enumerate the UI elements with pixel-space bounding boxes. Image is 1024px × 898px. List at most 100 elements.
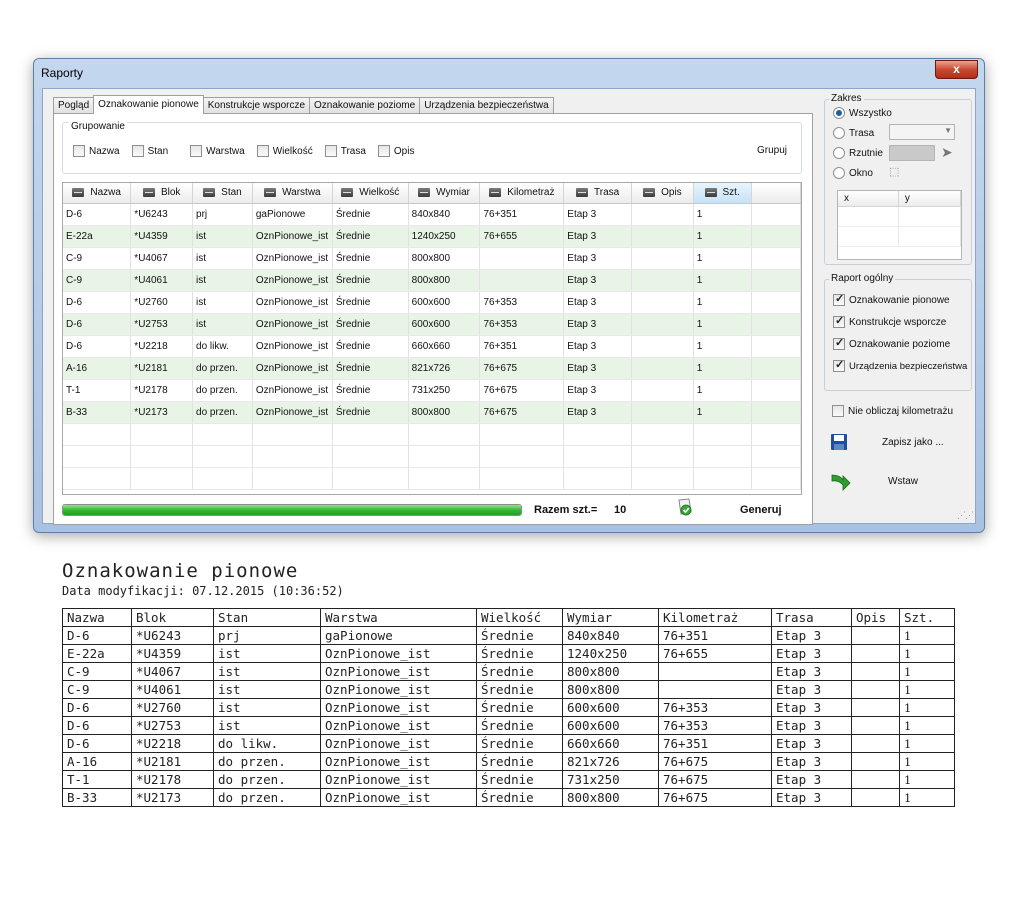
table-cell[interactable]: Średnie — [332, 379, 409, 402]
table-cell[interactable]: *U2181 — [130, 357, 194, 380]
table-cell[interactable] — [751, 335, 801, 358]
close-button[interactable]: x — [935, 60, 978, 79]
table-cell[interactable]: 821x726 — [408, 357, 481, 380]
table-row[interactable]: C-9 *U4061 ist OznPionowe_ist Średnie 800x800… — [63, 269, 801, 292]
save-as-button[interactable]: Zapisz jako ... — [830, 433, 944, 451]
table-cell[interactable]: *U2218 — [130, 335, 194, 358]
table-cell[interactable]: do przen. — [192, 401, 253, 424]
table-cell[interactable] — [631, 401, 694, 424]
table-cell[interactable]: D-6 — [63, 313, 132, 336]
table-cell[interactable]: Etap 3 — [563, 401, 633, 424]
table-cell[interactable] — [252, 467, 333, 490]
generate-icon[interactable] — [675, 497, 695, 517]
table-cell[interactable] — [479, 445, 565, 468]
table-cell[interactable]: 76+675 — [479, 379, 565, 402]
table-cell[interactable]: gaPionowe — [252, 203, 333, 226]
table-cell[interactable] — [563, 423, 633, 446]
table-cell[interactable]: *U4359 — [130, 225, 194, 248]
table-cell[interactable] — [63, 445, 132, 468]
table-cell[interactable]: *U2173 — [130, 401, 194, 424]
table-cell[interactable] — [693, 445, 752, 468]
table-cell[interactable]: T-1 — [63, 379, 132, 402]
table-cell[interactable]: OznPionowe_ist — [252, 225, 333, 248]
table-cell[interactable]: do przen. — [192, 379, 253, 402]
table-cell[interactable] — [751, 379, 801, 402]
insert-button[interactable]: Wstaw — [830, 471, 918, 491]
table-cell[interactable]: 800x800 — [408, 269, 481, 292]
table-row[interactable]: D-6 *U2760 ist OznPionowe_ist Średnie 600x600… — [63, 291, 801, 314]
table-row[interactable]: D-6 *U2218 do likw. OznPionowe_ist Średnie 66… — [63, 335, 801, 358]
table-cell[interactable] — [631, 269, 694, 292]
table-cell[interactable] — [631, 203, 694, 226]
table-cell[interactable] — [751, 445, 801, 468]
table-cell[interactable]: D-6 — [63, 203, 132, 226]
cursor-arrow-icon[interactable]: ➤ — [941, 144, 953, 161]
table-cell[interactable]: Etap 3 — [563, 203, 633, 226]
table-cell[interactable]: Średnie — [332, 401, 409, 424]
table-cell[interactable] — [252, 423, 333, 446]
table-cell[interactable] — [479, 247, 565, 270]
table-cell[interactable]: 1 — [693, 379, 752, 402]
table-cell[interactable]: Średnie — [332, 357, 409, 380]
grid-column-header[interactable]: Trasa — [563, 183, 633, 204]
table-cell[interactable]: 600x600 — [408, 313, 481, 336]
table-row[interactable]: B-33 *U2173 do przen. OznPionowe_ist Średnie… — [63, 401, 801, 424]
generate-button[interactable]: Generuj — [740, 504, 782, 516]
table-cell[interactable] — [192, 467, 253, 490]
table-cell[interactable]: *U4067 — [130, 247, 194, 270]
table-row[interactable]: E-22a *U4359 ist OznPionowe_ist Średnie 1240x… — [63, 225, 801, 248]
trasa-combobox[interactable]: ▼ — [889, 124, 955, 140]
table-cell[interactable] — [479, 269, 565, 292]
radio-trasa[interactable]: Trasa — [833, 127, 874, 139]
table-cell[interactable] — [751, 401, 801, 424]
table-cell[interactable]: 76+675 — [479, 401, 565, 424]
table-cell[interactable] — [563, 467, 633, 490]
table-cell[interactable] — [631, 467, 694, 490]
grid-column-header[interactable]: Wielkość — [332, 183, 409, 204]
table-cell[interactable]: 76+655 — [479, 225, 565, 248]
table-cell[interactable]: ist — [192, 269, 253, 292]
group-opis-checkbox[interactable]: Opis — [377, 145, 414, 157]
table-cell[interactable]: *U2753 — [130, 313, 194, 336]
table-cell[interactable] — [479, 423, 565, 446]
table-cell[interactable]: Etap 3 — [563, 357, 633, 380]
table-cell[interactable]: do przen. — [192, 357, 253, 380]
table-cell[interactable]: C-9 — [63, 269, 132, 292]
table-cell[interactable] — [332, 445, 409, 468]
table-cell[interactable]: 1 — [693, 313, 752, 336]
table-cell[interactable] — [408, 423, 481, 446]
table-cell[interactable]: 840x840 — [408, 203, 481, 226]
table-cell[interactable]: 1 — [693, 335, 752, 358]
radio-wszystko[interactable]: Wszystko — [833, 107, 892, 119]
table-cell[interactable] — [751, 423, 801, 446]
table-cell[interactable] — [631, 379, 694, 402]
table-cell[interactable]: C-9 — [63, 247, 132, 270]
table-cell[interactable]: 800x800 — [408, 401, 481, 424]
xy-cell[interactable] — [838, 226, 899, 247]
table-cell[interactable]: 1 — [693, 269, 752, 292]
raport-oznakowanie-poziome-checkbox[interactable]: Oznakowanie poziome — [833, 336, 950, 350]
table-cell[interactable]: OznPionowe_ist — [252, 269, 333, 292]
table-cell[interactable] — [693, 467, 752, 490]
table-cell[interactable]: E-22a — [63, 225, 132, 248]
table-cell[interactable]: Średnie — [332, 335, 409, 358]
xy-cell[interactable] — [898, 206, 962, 227]
grid-column-header[interactable]: Opis — [631, 183, 694, 204]
table-cell[interactable]: *U2178 — [130, 379, 194, 402]
table-row[interactable]: D-6 *U2753 ist OznPionowe_ist Średnie 600x600… — [63, 313, 801, 336]
table-cell[interactable]: ist — [192, 291, 253, 314]
table-cell[interactable]: *U4061 — [130, 269, 194, 292]
table-cell[interactable] — [563, 445, 633, 468]
table-cell[interactable] — [63, 467, 132, 490]
group-stan-checkbox[interactable]: Stan — [131, 145, 168, 157]
table-cell[interactable] — [130, 423, 194, 446]
table-cell[interactable]: Średnie — [332, 203, 409, 226]
table-cell[interactable]: Etap 3 — [563, 269, 633, 292]
table-cell[interactable]: 731x250 — [408, 379, 481, 402]
table-cell[interactable]: prj — [192, 203, 253, 226]
table-cell[interactable] — [693, 423, 752, 446]
table-cell[interactable]: 1 — [693, 291, 752, 314]
xy-table[interactable]: xy — [837, 190, 962, 260]
table-cell[interactable]: OznPionowe_ist — [252, 247, 333, 270]
table-cell[interactable]: B-33 — [63, 401, 132, 424]
